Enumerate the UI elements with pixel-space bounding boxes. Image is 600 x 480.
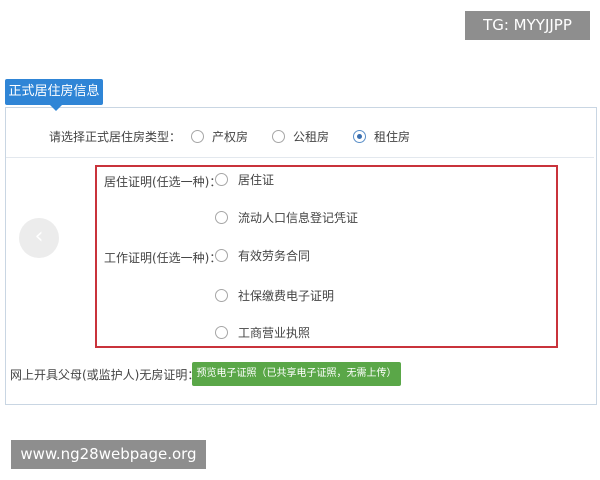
option-label: 居住证 — [238, 173, 275, 187]
residence-proof-label: 居住证明(任选一种)： — [104, 175, 222, 189]
prev-arrow-button[interactable]: ‹ — [19, 218, 59, 258]
radio-unchecked-icon[interactable] — [215, 289, 228, 302]
housing-type-option-property[interactable]: 产权房 — [191, 128, 248, 145]
option-label: 公租房 — [293, 129, 330, 144]
radio-unchecked-icon[interactable] — [272, 129, 286, 143]
option-label: 社保缴费电子证明 — [238, 289, 335, 303]
section-divider — [6, 157, 594, 158]
work-proof-option-social-security[interactable]: 社保缴费电子证明 — [215, 287, 334, 304]
radio-checked-icon[interactable] — [353, 129, 367, 143]
watermark-bottom: www.ng28webpage.org — [11, 440, 206, 469]
section-title-tag: 正式居住房信息 — [5, 79, 103, 111]
radio-unchecked-icon[interactable] — [215, 249, 228, 262]
option-label: 产权房 — [212, 129, 249, 144]
work-proof-option-business-license[interactable]: 工商营业执照 — [215, 324, 310, 341]
residence-proof-option-residence-permit[interactable]: 居住证 — [215, 171, 274, 188]
radio-unchecked-icon[interactable] — [191, 129, 205, 143]
option-label: 租住房 — [374, 129, 411, 144]
work-proof-option-labor-contract[interactable]: 有效劳务合同 — [215, 247, 310, 264]
preview-certificate-button[interactable]: 预览电子证照（已共享电子证照，无需上传） — [192, 362, 401, 386]
watermark-top: TG: MYYJJPP — [465, 11, 590, 40]
housing-type-question: 请选择正式居住房类型： — [49, 129, 182, 144]
radio-unchecked-icon[interactable] — [215, 211, 228, 224]
option-label: 有效劳务合同 — [238, 249, 311, 263]
option-label: 流动人口信息登记凭证 — [238, 211, 359, 225]
chevron-left-icon: ‹ — [34, 224, 44, 249]
no-house-proof-label: 网上开具父母(或监护人)无房证明： — [10, 368, 200, 382]
housing-type-option-public-rental[interactable]: 公租房 — [272, 128, 329, 145]
option-label: 工商营业执照 — [238, 326, 311, 340]
housing-type-row: 请选择正式居住房类型： 产权房 公租房 租住房 — [49, 126, 434, 146]
residence-proof-option-floating-population[interactable]: 流动人口信息登记凭证 — [215, 209, 358, 226]
housing-type-option-rented[interactable]: 租住房 — [353, 128, 410, 145]
work-proof-label: 工作证明(任选一种)： — [104, 251, 222, 265]
radio-unchecked-icon[interactable] — [215, 173, 228, 186]
radio-unchecked-icon[interactable] — [215, 326, 228, 339]
